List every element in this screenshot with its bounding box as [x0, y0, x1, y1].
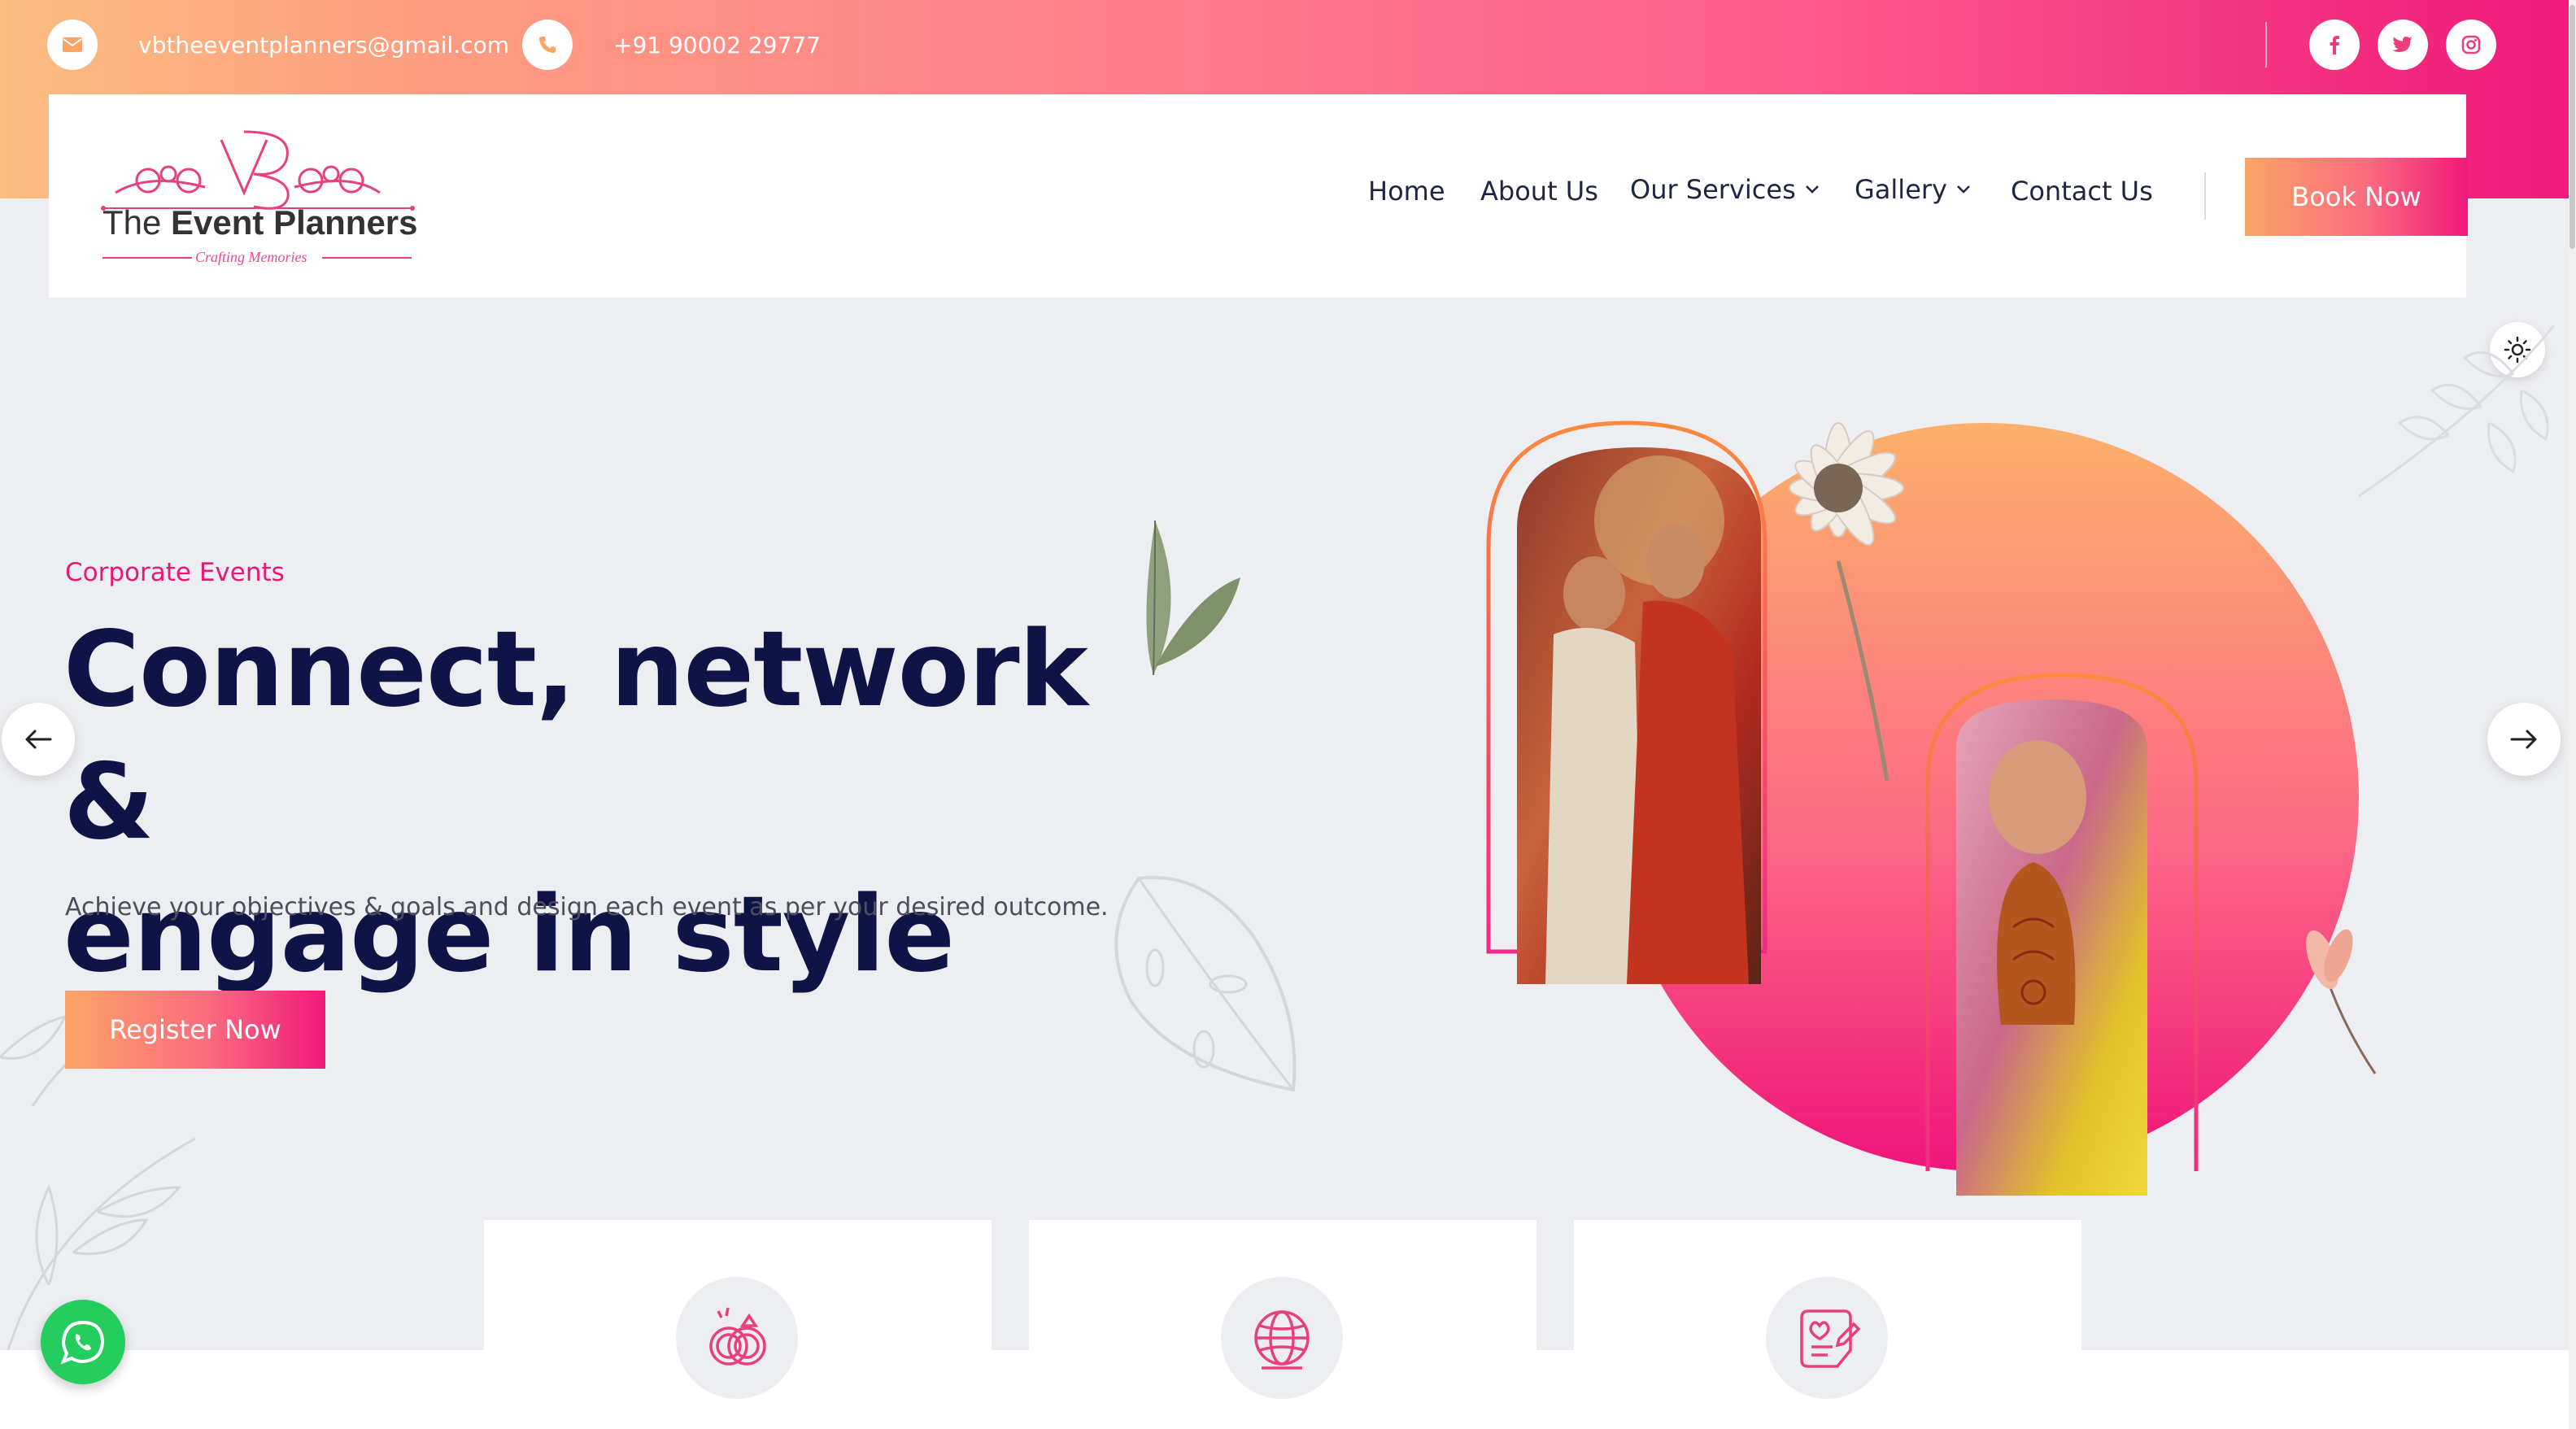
email-contact[interactable]: vbtheeventplanners@gmail.com — [47, 20, 509, 70]
arrow-right-icon — [2510, 730, 2537, 749]
feature-card-weddings[interactable] — [484, 1220, 992, 1429]
nav-gallery[interactable]: Gallery — [1855, 174, 1972, 205]
email-text[interactable]: vbtheeventplanners@gmail.com — [138, 32, 509, 59]
hero-image-collage — [1486, 420, 2377, 1196]
social-links — [2265, 20, 2496, 70]
brand-name-bold: Event Planners — [171, 203, 418, 242]
hero-description: Achieve your objectives & goals and desi… — [65, 893, 1109, 921]
chevron-down-icon — [1957, 185, 1970, 194]
globe-icon — [1221, 1277, 1343, 1399]
scrollbar-thumb[interactable] — [2569, 5, 2575, 249]
nav-our-services[interactable]: Our Services — [1630, 174, 1820, 205]
nav-home-label: Home — [1368, 176, 1445, 207]
rings-icon — [676, 1277, 798, 1399]
nav-contact-us-label: Contact Us — [2011, 176, 2153, 207]
mail-icon — [47, 20, 98, 70]
tagline-divider — [102, 257, 412, 259]
chevron-down-icon — [1805, 185, 1819, 194]
hero-title-line-2: engage in style — [63, 874, 955, 996]
nav-our-services-label: Our Services — [1630, 174, 1796, 205]
slider-next-button[interactable] — [2487, 703, 2561, 776]
nav-contact-us[interactable]: Contact Us — [2011, 176, 2153, 207]
page-scrollbar[interactable] — [2569, 0, 2576, 1429]
book-now-button[interactable]: Book Now — [2245, 158, 2468, 236]
nav-home[interactable]: Home — [1368, 176, 1445, 207]
register-now-button[interactable]: Register Now — [65, 991, 325, 1069]
social-divider — [2265, 22, 2267, 68]
whatsapp-chat-button[interactable] — [41, 1300, 125, 1384]
pink-flower-icon — [2306, 929, 2377, 1074]
hero-title: Connect, network & engage in style — [63, 603, 1202, 1001]
twitter-icon[interactable] — [2378, 20, 2428, 70]
feature-card-invitations[interactable] — [1574, 1220, 2081, 1429]
brand-name-light: The — [102, 203, 162, 242]
outline-leaf-icon — [1114, 875, 1297, 1092]
arrow-left-icon — [25, 730, 52, 749]
document-heart-icon — [1766, 1277, 1888, 1399]
phone-icon — [522, 20, 573, 70]
feature-card-destination[interactable] — [1029, 1220, 1536, 1429]
facebook-icon[interactable] — [2309, 20, 2360, 70]
hero-title-line-1: Connect, network & — [63, 609, 1088, 863]
brand-name: The Event Planners — [102, 203, 418, 242]
nav-about-us[interactable]: About Us — [1480, 176, 1598, 207]
main-header: The Event Planners Crafting Memories Hom… — [49, 94, 2468, 298]
nav-gallery-label: Gallery — [1855, 174, 1947, 205]
nav-divider — [2204, 172, 2206, 220]
hero-subtitle: Corporate Events — [65, 558, 285, 587]
instagram-icon[interactable] — [2446, 20, 2496, 70]
whatsapp-icon — [60, 1320, 105, 1365]
phone-contact[interactable]: +91 90002 29777 — [522, 20, 821, 70]
green-leaf-icon — [1146, 520, 1240, 676]
nav-about-us-label: About Us — [1480, 176, 1598, 207]
phone-text[interactable]: +91 90002 29777 — [613, 32, 821, 59]
